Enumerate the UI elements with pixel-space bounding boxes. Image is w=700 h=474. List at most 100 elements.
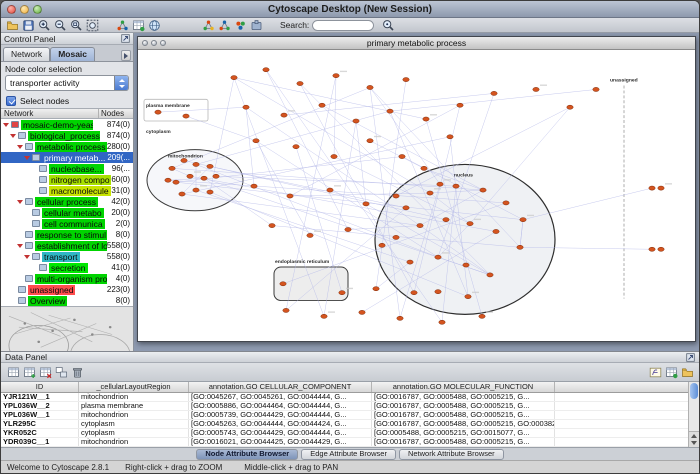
tree-item-metabolic-process[interactable]: metabolic process280(0) [1, 141, 133, 152]
tree-item-count: 874(0) [107, 120, 133, 129]
network-merge-icon[interactable] [216, 18, 232, 32]
tab-mosaic[interactable]: Mosaic [50, 47, 95, 61]
create-attribute-icon[interactable] [21, 365, 37, 379]
save-session-icon[interactable] [20, 18, 36, 32]
column-header-2[interactable]: annotation.GO CELLULAR_COMPONENT [189, 382, 372, 392]
cytoscape-window: Cytoscape Desktop (New Session) Search: … [0, 0, 700, 474]
table-row[interactable]: YLR295Ccytoplasm[GO:0045263, GO:0044444,… [1, 420, 688, 429]
expander-icon[interactable] [17, 145, 23, 149]
formula-icon[interactable] [647, 365, 663, 379]
tree-item-label: mosaic-demo-yeast [21, 120, 93, 130]
import-attributes-icon[interactable] [130, 18, 146, 32]
tree-item-cellular-metabo[interactable]: cellular metabo20(0) [1, 207, 133, 218]
column-header-1[interactable]: _cellularLayoutRegion [79, 382, 189, 392]
column-header-3[interactable]: annotation.GO MOLECULAR_FUNCTION [372, 382, 555, 392]
new-network-icon[interactable] [200, 18, 216, 32]
tree-item-nitrogen-compo[interactable]: nitrogen compo60(0) [1, 174, 133, 185]
expander-icon[interactable] [17, 200, 23, 204]
float-data-panel-icon[interactable] [686, 353, 695, 362]
close-button[interactable] [7, 5, 16, 14]
minimize-button[interactable] [20, 5, 29, 14]
status-pan-hint: Middle-click + drag to PAN [244, 463, 338, 472]
tree-item-label: cellular metabo [42, 208, 104, 218]
network-view-window-controls [142, 40, 166, 46]
trash-icon[interactable] [69, 365, 85, 379]
vizmapper-icon[interactable] [232, 18, 248, 32]
tree-item-transport[interactable]: transport558(0) [1, 251, 133, 262]
tree-item-cell-communica[interactable]: cell communica2(0) [1, 218, 133, 229]
open-attributes-icon[interactable] [679, 365, 695, 379]
color-attribute-dropdown[interactable]: transporter activity [5, 75, 129, 91]
tree-item-label: nucleobase... [49, 164, 104, 174]
scrollbar-thumb[interactable] [690, 383, 698, 399]
tree-column-nodes[interactable]: Nodes [99, 109, 133, 118]
table-row[interactable]: YDR039C__1mitochondrion[GO:0016021, GO:0… [1, 438, 688, 447]
search-options-icon[interactable] [380, 18, 396, 32]
zoom-fit-icon[interactable] [84, 18, 100, 32]
import-network-icon[interactable] [114, 18, 130, 32]
zoom-out-icon[interactable] [52, 18, 68, 32]
expander-icon[interactable] [3, 123, 9, 127]
table-cell: YLR295C [1, 420, 79, 428]
tree-item-establishment-of-lo[interactable]: establishment of lo558(0) [1, 240, 133, 251]
attribute-batch-icon[interactable] [53, 365, 69, 379]
folder-icon [25, 242, 33, 249]
plugin-icon[interactable] [248, 18, 264, 32]
tree-item-macromolecule[interactable]: macromolecule31(0) [1, 185, 133, 196]
tree-item-secretion[interactable]: secretion41(0) [1, 262, 133, 273]
scroll-down-icon[interactable] [691, 441, 697, 445]
search-input[interactable] [312, 20, 374, 31]
tree-item-unassigned[interactable]: unassigned223(0) [1, 284, 133, 295]
folder-icon [32, 253, 40, 260]
data-panel-header: Data Panel [1, 352, 699, 363]
network-overview-thumbnail[interactable] [1, 306, 133, 351]
tree-item-cellular-process[interactable]: cellular process42(0) [1, 196, 133, 207]
tree-item-count: 4(0) [116, 274, 133, 283]
tree-item-response-to-stimul[interactable]: response to stimul8(0) [1, 229, 133, 240]
table-row[interactable]: YKR052Ccytoplasm[GO:0005743, GO:0044429,… [1, 429, 688, 438]
table-cell: [GO:0016787, GO:0005488, GO:0005215, G..… [372, 438, 555, 446]
tree-item-primary-metab[interactable]: primary metab...209(... [1, 152, 133, 163]
zoom-in-icon[interactable] [36, 18, 52, 32]
zoom-button[interactable] [33, 5, 42, 14]
window-titlebar[interactable]: Cytoscape Desktop (New Session) [1, 1, 699, 18]
delete-attribute-icon[interactable] [37, 365, 53, 379]
tree-item-multi-organism-pro[interactable]: multi-organism pro4(0) [1, 273, 133, 284]
expander-icon[interactable] [10, 134, 16, 138]
network-canvas[interactable]: plasma membranecytoplasmmitochondrionnuc… [138, 50, 695, 341]
open-session-icon[interactable] [4, 18, 20, 32]
tree-item-label: nitrogen compo [49, 175, 111, 185]
tab-node-attribute-browser[interactable]: Node Attribute Browser [196, 449, 298, 460]
expander-icon[interactable] [24, 156, 30, 160]
tab-edge-attribute-browser[interactable]: Edge Attribute Browser [301, 449, 396, 460]
view-zoom-button[interactable] [160, 40, 166, 46]
web-service-icon[interactable] [146, 18, 162, 32]
expander-icon[interactable] [24, 255, 30, 259]
view-minimize-button[interactable] [151, 40, 157, 46]
table-scrollbar[interactable] [688, 382, 699, 447]
import-attributes-icon[interactable] [663, 365, 679, 379]
tab-network-attribute-browser[interactable]: Network Attribute Browser [399, 449, 504, 460]
tab-network[interactable]: Network [3, 47, 50, 61]
table-row[interactable]: YJR121W__1mitochondrion[GO:0045267, GO:0… [1, 393, 688, 402]
select-nodes-checkbox[interactable] [6, 96, 16, 106]
scroll-up-icon[interactable] [691, 434, 697, 438]
expander-icon[interactable] [17, 244, 23, 248]
zoom-selected-icon[interactable] [68, 18, 84, 32]
tree-item-count: 60(0) [111, 175, 133, 184]
column-header-0[interactable]: ID [1, 382, 79, 392]
tab-overflow-arrow-icon[interactable] [121, 50, 131, 61]
tree-column-network[interactable]: Network [1, 109, 99, 118]
network-view-titlebar[interactable]: primary metabolic process [138, 37, 695, 50]
tree-item-nucleobase[interactable]: nucleobase...96(... [1, 163, 133, 174]
svg-text:endoplasmic reticulum: endoplasmic reticulum [275, 259, 330, 265]
table-row[interactable]: YPL036W__1mitochondrion[GO:0005739, GO:0… [1, 411, 688, 420]
tree-item-biological-process[interactable]: biological_process874(0) [1, 130, 133, 141]
folder-icon [18, 132, 26, 139]
float-panel-icon[interactable] [121, 34, 130, 43]
tree-item-overview[interactable]: Overview8(0) [1, 295, 133, 306]
tree-item-mosaic-demo-yeast[interactable]: mosaic-demo-yeast 874(0) [1, 119, 133, 130]
select-attributes-icon[interactable] [5, 365, 21, 379]
view-close-button[interactable] [142, 40, 148, 46]
table-row[interactable]: YPL036W__2plasma membrane[GO:0005886, GO… [1, 402, 688, 411]
